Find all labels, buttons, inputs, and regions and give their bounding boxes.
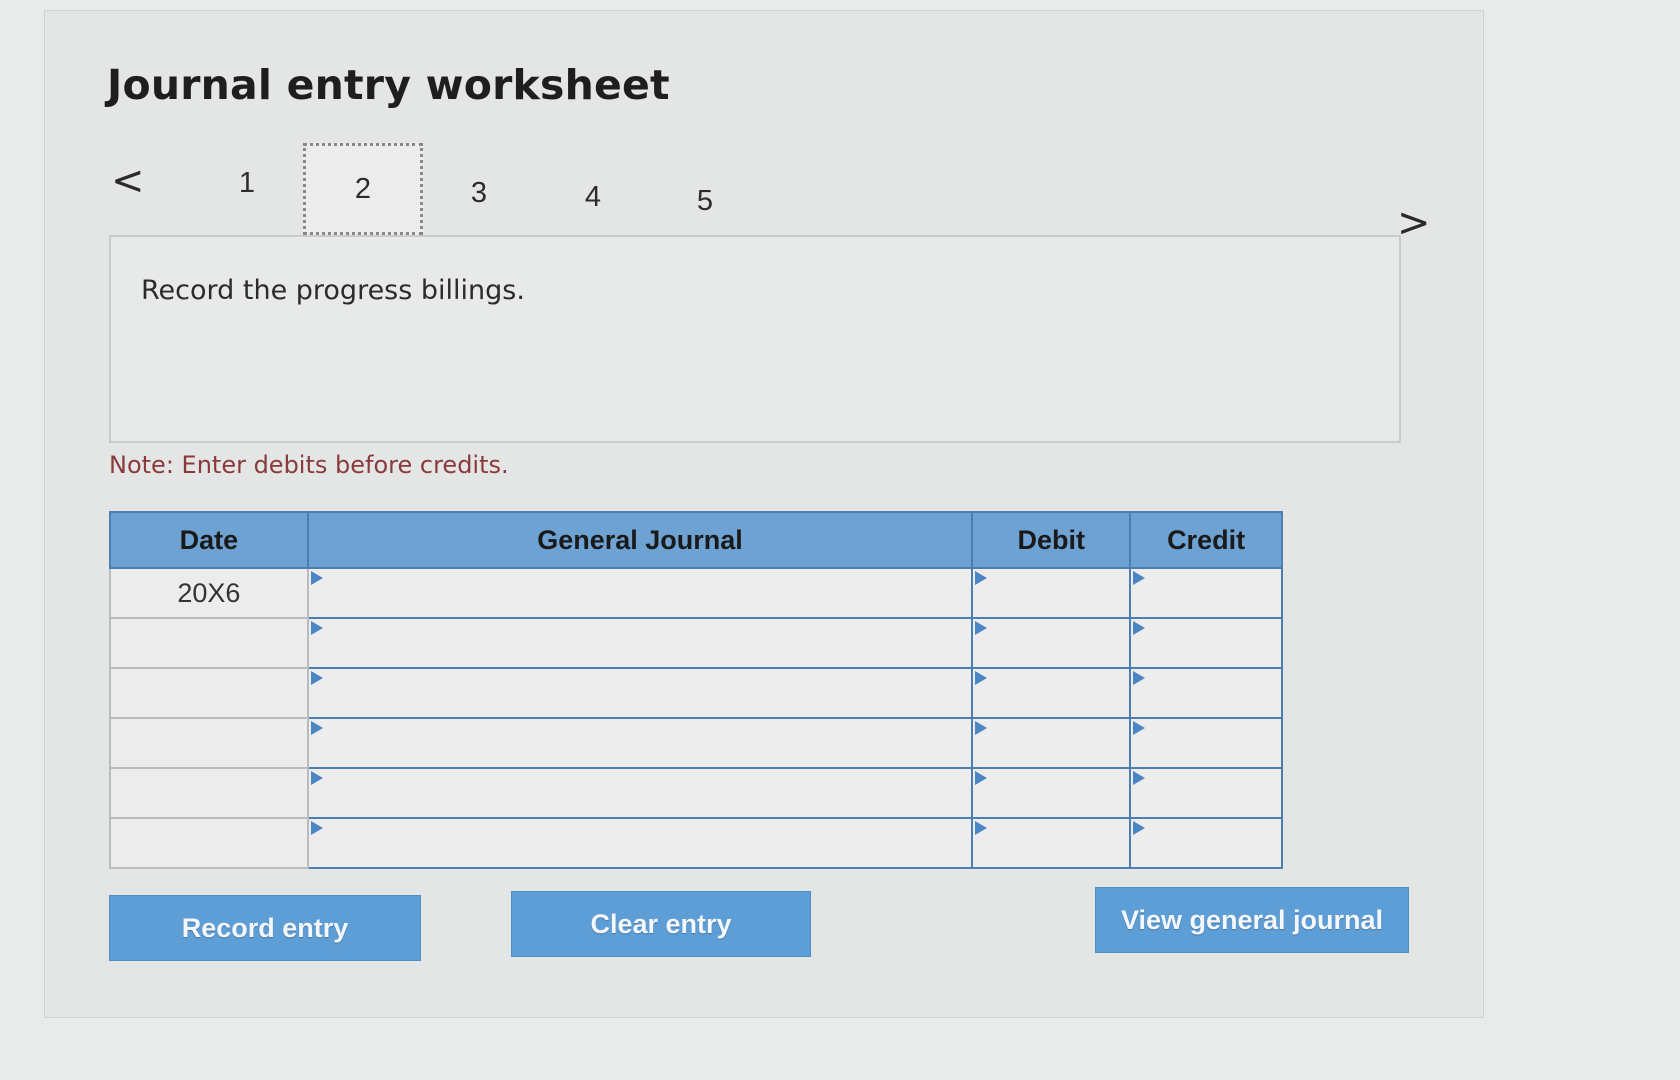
- dropdown-flag-icon: [1133, 621, 1146, 635]
- debit-input[interactable]: [971, 817, 1132, 869]
- credit-input[interactable]: [1129, 617, 1283, 669]
- debit-input[interactable]: [971, 717, 1132, 769]
- record-entry-button[interactable]: Record entry: [109, 895, 421, 961]
- credit-input[interactable]: [1129, 567, 1283, 619]
- dropdown-flag-icon: [1133, 721, 1146, 735]
- prompt-box: Record the progress billings.: [109, 235, 1401, 443]
- account-select[interactable]: [306, 617, 974, 669]
- table-row: [109, 767, 1283, 819]
- page-title: Journal entry worksheet: [107, 61, 670, 109]
- account-select[interactable]: [306, 817, 974, 869]
- dropdown-flag-icon: [975, 771, 988, 785]
- chevron-left-icon[interactable]: <: [111, 161, 145, 201]
- date-cell: 20X6: [109, 567, 309, 619]
- table-row: [109, 717, 1283, 769]
- table-row: 20X6: [109, 567, 1283, 619]
- step-tab-5[interactable]: 5: [645, 155, 765, 247]
- account-select[interactable]: [306, 767, 974, 819]
- dropdown-flag-icon: [975, 671, 988, 685]
- view-general-journal-button[interactable]: View general journal: [1095, 887, 1409, 953]
- credit-input[interactable]: [1129, 667, 1283, 719]
- step-tab-1[interactable]: 1: [187, 137, 307, 229]
- dropdown-flag-icon: [310, 721, 323, 735]
- journal-entry-worksheet: Journal entry worksheet < 1 2 3 4 5 > Re…: [44, 10, 1484, 1018]
- dropdown-flag-icon: [1133, 571, 1146, 585]
- dropdown-flag-icon: [975, 721, 988, 735]
- date-cell: [109, 667, 309, 719]
- table-row: [109, 667, 1283, 719]
- column-header-general-journal: General Journal: [306, 511, 974, 569]
- dropdown-flag-icon: [310, 571, 323, 585]
- debit-input[interactable]: [971, 667, 1132, 719]
- note-text: Note: Enter debits before credits.: [109, 451, 509, 479]
- step-tab-4[interactable]: 4: [533, 151, 653, 243]
- journal-table: Date General Journal Debit Credit 20X6: [109, 511, 1283, 869]
- debit-input[interactable]: [971, 567, 1132, 619]
- column-header-debit: Debit: [971, 511, 1132, 569]
- account-select[interactable]: [306, 667, 974, 719]
- credit-input[interactable]: [1129, 817, 1283, 869]
- date-cell: [109, 817, 309, 869]
- dropdown-flag-icon: [310, 671, 323, 685]
- dropdown-flag-icon: [310, 821, 323, 835]
- dropdown-flag-icon: [1133, 771, 1146, 785]
- dropdown-flag-icon: [310, 621, 323, 635]
- dropdown-flag-icon: [975, 821, 988, 835]
- account-select[interactable]: [306, 567, 974, 619]
- account-select[interactable]: [306, 717, 974, 769]
- dropdown-flag-icon: [975, 571, 988, 585]
- date-cell: [109, 767, 309, 819]
- dropdown-flag-icon: [1133, 671, 1146, 685]
- dropdown-flag-icon: [1133, 821, 1146, 835]
- dropdown-flag-icon: [975, 621, 988, 635]
- table-header-row: Date General Journal Debit Credit: [109, 511, 1283, 569]
- step-tab-2[interactable]: 2: [303, 143, 423, 235]
- credit-input[interactable]: [1129, 717, 1283, 769]
- column-header-credit: Credit: [1129, 511, 1283, 569]
- chevron-right-icon[interactable]: >: [1397, 203, 1431, 243]
- column-header-date: Date: [109, 511, 309, 569]
- date-cell: [109, 717, 309, 769]
- table-row: [109, 617, 1283, 669]
- step-tab-3[interactable]: 3: [419, 147, 539, 239]
- debit-input[interactable]: [971, 617, 1132, 669]
- dropdown-flag-icon: [310, 771, 323, 785]
- prompt-text: Record the progress billings.: [141, 275, 525, 306]
- table-row: [109, 817, 1283, 869]
- date-cell: [109, 617, 309, 669]
- debit-input[interactable]: [971, 767, 1132, 819]
- credit-input[interactable]: [1129, 767, 1283, 819]
- clear-entry-button[interactable]: Clear entry: [511, 891, 811, 957]
